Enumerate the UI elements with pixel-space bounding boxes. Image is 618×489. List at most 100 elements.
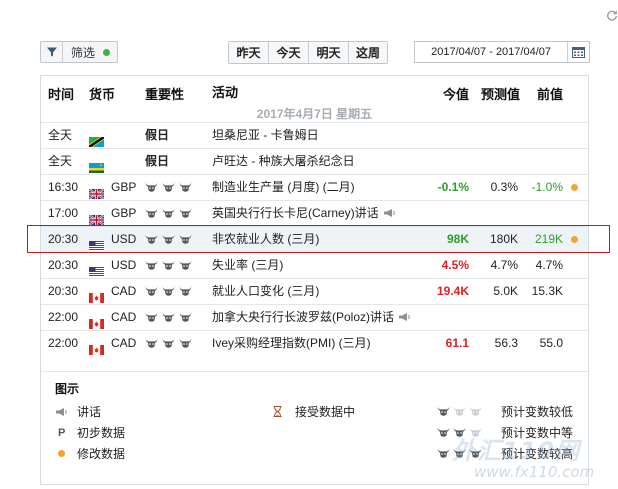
legend-speech: 讲话 — [55, 403, 101, 420]
row-currency: CAD — [111, 284, 137, 298]
this-week-button[interactable]: 这周 — [349, 42, 387, 63]
bull-icon — [469, 427, 482, 438]
bull-icon — [179, 286, 192, 297]
bull-icon — [437, 406, 450, 417]
row-event[interactable]: 非农就业人数 (三月) — [212, 227, 319, 252]
header-previous: 前值 — [537, 87, 564, 102]
hourglass-icon — [273, 406, 295, 417]
header-time: 时间 — [48, 87, 75, 102]
row-currency: GBP — [111, 180, 137, 194]
bull-icon — [162, 182, 175, 193]
importance-bulls — [145, 253, 192, 278]
date-range-value: 2017/04/07 - 2017/04/07 — [431, 46, 551, 58]
flag-ca-icon — [89, 313, 104, 329]
legend-preliminary-label: 初步数据 — [77, 426, 126, 440]
row-event[interactable]: Ivey采购经理指数(PMI) (三月) — [212, 331, 371, 356]
row-event[interactable]: 加拿大央行行长波罗兹(Poloz)讲话 — [212, 305, 412, 330]
flag-rw-icon — [89, 157, 104, 173]
high-volatility-bulls-icon — [437, 448, 501, 459]
flag-tz-icon — [89, 131, 104, 147]
importance-bulls — [145, 279, 192, 304]
table-row[interactable]: 20:30 CAD 就业人口变化 (三月) 19.4K 5.0K 15.3K — [41, 278, 588, 304]
bull-icon — [162, 208, 175, 219]
flag-us-icon — [89, 261, 104, 277]
date-range-picker[interactable]: 2017/04/07 - 2017/04/07 — [414, 41, 590, 63]
table-row[interactable]: 17:00 GBP 英国央行行长卡尼(Carney)讲话 — [41, 200, 588, 226]
flag-ca-icon — [89, 339, 104, 355]
yesterday-button[interactable]: 昨天 — [229, 42, 269, 63]
revised-dot-icon — [571, 236, 578, 243]
legend-medium-label: 预计变数中等 — [501, 426, 574, 440]
table-row[interactable]: 22:00 CAD Ivey采购经理指数(PMI) (三月) 61.1 56.3 55.0 — [41, 330, 588, 356]
legend: 图示 讲话 P 初步数据 修改数据 接受数据中 预计变数较低 预计变数中等 预计… — [41, 371, 588, 485]
row-actual: 19.4K — [436, 284, 469, 298]
row-event[interactable]: 制造业生产量 (月度) (二月) — [212, 175, 355, 200]
row-previous: 55.0 — [539, 336, 563, 350]
preliminary-icon: P — [58, 426, 66, 439]
row-forecast: 5.0K — [493, 284, 518, 298]
row-actual: 61.1 — [445, 336, 469, 350]
header-currency: 货币 — [89, 87, 116, 102]
bull-icon — [145, 182, 158, 193]
bull-icon — [162, 234, 175, 245]
event-label: 英国央行行长卡尼(Carney)讲话 — [212, 206, 379, 220]
row-time: 22:00 — [48, 310, 79, 324]
table-row[interactable]: 20:30 USD 非农就业人数 (三月) 98K 180K 219K — [41, 226, 588, 252]
importance-bulls — [145, 201, 192, 226]
flag-gb-icon — [88, 209, 105, 226]
table-row[interactable]: 全天 假日 坦桑尼亚 - 卡鲁姆日 — [41, 122, 588, 148]
row-forecast: 180K — [489, 232, 518, 246]
bull-icon — [162, 286, 175, 297]
refresh-icon[interactable] — [606, 10, 618, 22]
header-importance: 重要性 — [145, 87, 185, 102]
table-row[interactable]: 全天 假日 卢旺达 - 种族大屠杀纪念日 — [41, 148, 588, 174]
row-actual: 98K — [446, 232, 469, 246]
today-button[interactable]: 今天 — [269, 42, 309, 63]
low-volatility-bulls-icon — [437, 406, 501, 417]
row-event[interactable]: 卢旺达 - 种族大屠杀纪念日 — [212, 149, 355, 174]
speech-icon — [55, 407, 77, 417]
legend-revised: 修改数据 — [55, 445, 125, 462]
revised-dot-icon — [571, 184, 578, 191]
row-event[interactable]: 英国央行行长卡尼(Carney)讲话 — [212, 201, 397, 226]
row-forecast — [473, 149, 518, 174]
filter-label: 筛选 — [71, 45, 96, 60]
bull-icon — [437, 448, 450, 459]
bull-icon — [162, 260, 175, 271]
legend-high-label: 预计变数较高 — [501, 447, 574, 461]
row-actual — [401, 305, 469, 330]
legend-high-volatility: 预计变数较高 — [437, 445, 573, 462]
table-row[interactable]: 16:30 GBP 制造业生产量 (月度) (二月) -0.1% 0.3% -1.0% — [41, 174, 588, 200]
row-event[interactable]: 失业率 (三月) — [212, 253, 283, 278]
table-header: 时间 货币 重要性 活动 今值 预测值 前值 — [41, 76, 588, 104]
bull-icon — [179, 208, 192, 219]
bull-icon — [437, 427, 450, 438]
tomorrow-button[interactable]: 明天 — [309, 42, 349, 63]
row-forecast: 4.7% — [490, 258, 518, 272]
row-forecast: 0.3% — [490, 180, 518, 194]
event-label: 加拿大央行行长波罗兹(Poloz)讲话 — [212, 310, 395, 324]
row-event[interactable]: 坦桑尼亚 - 卡鲁姆日 — [212, 123, 319, 148]
row-forecast — [473, 123, 518, 148]
flag-gb-icon — [88, 183, 105, 200]
table-row[interactable]: 20:30 USD 失业率 (三月) 4.5% 4.7% 4.7% — [41, 252, 588, 278]
bull-icon — [453, 448, 466, 459]
row-currency: USD — [111, 232, 137, 246]
bull-icon — [145, 260, 158, 271]
row-previous — [523, 123, 563, 148]
row-event[interactable]: 就业人口变化 (三月) — [212, 279, 319, 304]
bull-icon — [145, 234, 158, 245]
row-time: 16:30 — [48, 180, 79, 194]
calendar-icon[interactable] — [567, 42, 589, 62]
row-time: 22:00 — [48, 336, 79, 350]
event-label: 失业率 (三月) — [212, 258, 284, 272]
header-forecast: 预测值 — [481, 87, 521, 102]
bull-icon — [145, 312, 158, 323]
table-row[interactable]: 22:00 CAD 加拿大央行行长波罗兹(Poloz)讲话 — [41, 304, 588, 330]
filter-button[interactable]: 筛选 — [40, 41, 118, 63]
row-forecast — [473, 201, 518, 226]
header-actual: 今值 — [443, 87, 470, 102]
event-label: 卢旺达 - 种族大屠杀纪念日 — [212, 154, 355, 168]
row-time: 20:30 — [48, 284, 79, 298]
legend-receiving: 接受数据中 — [273, 403, 355, 420]
